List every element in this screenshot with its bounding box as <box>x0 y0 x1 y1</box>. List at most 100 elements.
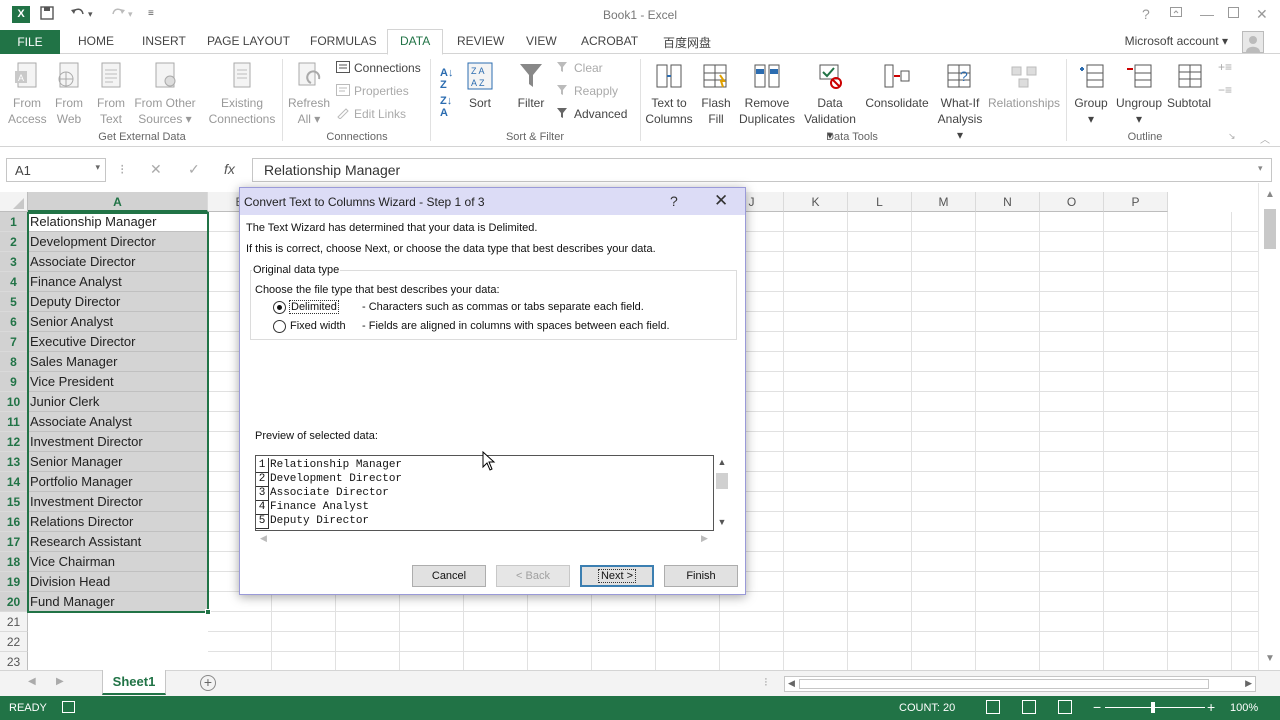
flash-fill-button[interactable]: Flash Fill <box>699 61 733 127</box>
reapply-button[interactable]: Reapply <box>556 84 618 98</box>
edit-links-button[interactable]: Edit Links <box>336 107 406 121</box>
name-box-dropdown-icon[interactable]: ▾ <box>95 162 100 173</box>
help-icon[interactable]: ? <box>670 193 678 209</box>
consolidate-button[interactable]: Consolidate <box>864 61 930 111</box>
row-header-19[interactable]: 19 <box>0 572 28 592</box>
hide-detail-icon[interactable]: −≡ <box>1218 83 1232 97</box>
cell[interactable]: Sales Manager <box>28 352 208 372</box>
row-header-23[interactable]: 23 <box>0 652 28 670</box>
preview-scroll-down-icon[interactable]: ▼ <box>714 517 730 527</box>
zoom-out-icon[interactable]: − <box>1093 699 1101 715</box>
fill-handle[interactable] <box>205 609 211 615</box>
row-header-17[interactable]: 17 <box>0 532 28 552</box>
outline-dialog-launcher-icon[interactable]: ↘ <box>1228 131 1236 142</box>
row-header-3[interactable]: 3 <box>0 252 28 272</box>
cell[interactable]: Senior Manager <box>28 452 208 472</box>
tab-acrobat[interactable]: ACROBAT <box>581 34 638 48</box>
previous-sheet-icon[interactable]: ◀ <box>28 676 36 687</box>
zoom-level[interactable]: 100% <box>1230 702 1258 714</box>
row-header-2[interactable]: 2 <box>0 232 28 252</box>
cell[interactable]: Investment Director <box>28 492 208 512</box>
preview-scroll-right-icon[interactable]: ▶ <box>701 533 708 544</box>
cancel-button[interactable]: Cancel <box>412 565 486 587</box>
page-layout-view-icon[interactable] <box>1022 700 1036 714</box>
filter-button[interactable]: Filter <box>514 61 548 111</box>
row-header-21[interactable]: 21 <box>0 612 28 632</box>
close-icon[interactable]: ✕ <box>714 191 728 211</box>
ungroup-button[interactable]: Ungroup ▾ <box>1114 61 1164 127</box>
clear-filter-button[interactable]: Clear <box>556 61 603 75</box>
page-break-preview-icon[interactable] <box>1058 700 1072 714</box>
active-cell[interactable]: Relationship Manager <box>28 212 208 232</box>
vertical-scroll-thumb[interactable] <box>1264 209 1276 249</box>
cell[interactable]: Fund Manager <box>28 592 208 612</box>
row-header-10[interactable]: 10 <box>0 392 28 412</box>
zoom-slider-track[interactable] <box>1105 707 1205 708</box>
sort-button[interactable]: Z AA Z Sort <box>464 61 496 111</box>
sheet-tab-sheet1[interactable]: Sheet1 <box>102 670 166 695</box>
tab-home[interactable]: HOME <box>78 34 114 48</box>
column-header-l[interactable]: L <box>848 192 912 212</box>
close-icon[interactable]: ✕ <box>1256 6 1268 23</box>
from-access-button[interactable]: A From Access <box>8 61 47 127</box>
row-header-14[interactable]: 14 <box>0 472 28 492</box>
name-box[interactable]: A1 ▾ <box>6 158 106 182</box>
fixed-width-radio[interactable] <box>273 320 286 333</box>
cell[interactable]: Vice Chairman <box>28 552 208 572</box>
row-header-6[interactable]: 6 <box>0 312 28 332</box>
cell[interactable]: Junior Clerk <box>28 392 208 412</box>
cell[interactable]: Research Assistant <box>28 532 208 552</box>
row-header-11[interactable]: 11 <box>0 412 28 432</box>
row-header-4[interactable]: 4 <box>0 272 28 292</box>
show-detail-icon[interactable]: +≡ <box>1218 60 1232 74</box>
tab-page-layout[interactable]: PAGE LAYOUT <box>207 34 290 48</box>
row-header-22[interactable]: 22 <box>0 632 28 652</box>
tab-review[interactable]: REVIEW <box>457 34 504 48</box>
scroll-down-icon[interactable]: ▼ <box>1259 653 1280 664</box>
add-sheet-icon[interactable]: + <box>200 675 216 691</box>
preview-scroll-left-icon[interactable]: ◀ <box>260 533 267 544</box>
avatar[interactable] <box>1242 31 1264 53</box>
subtotal-button[interactable]: Subtotal <box>1166 61 1212 111</box>
account-label[interactable]: Microsoft account ▾ <box>1125 34 1228 48</box>
zoom-in-icon[interactable]: + <box>1207 699 1215 715</box>
horizontal-scrollbar[interactable]: ◀ ▶ <box>784 676 1256 692</box>
preview-vertical-scrollbar[interactable]: ▲ ▼ <box>714 455 730 531</box>
ribbon-display-icon[interactable] <box>1170 4 1182 20</box>
cell[interactable]: Finance Analyst <box>28 272 208 292</box>
fixed-width-label[interactable]: Fixed width <box>290 320 346 332</box>
column-header-n[interactable]: N <box>976 192 1040 212</box>
tab-view[interactable]: VIEW <box>526 34 557 48</box>
connections-button[interactable]: Connections <box>336 61 421 75</box>
column-header-a[interactable]: A <box>28 192 208 212</box>
zoom-slider-thumb[interactable] <box>1151 702 1155 713</box>
next-sheet-icon[interactable]: ▶ <box>56 676 64 687</box>
select-all-corner[interactable] <box>0 192 28 212</box>
sort-a-to-z-icon[interactable]: A↓ Z <box>440 67 453 91</box>
row-header-7[interactable]: 7 <box>0 332 28 352</box>
row-header-18[interactable]: 18 <box>0 552 28 572</box>
split-handle-icon[interactable]: ⁝ <box>764 675 768 689</box>
normal-view-icon[interactable] <box>986 700 1000 714</box>
scroll-left-icon[interactable]: ◀ <box>788 678 795 689</box>
scroll-right-icon[interactable]: ▶ <box>1245 678 1252 689</box>
row-header-8[interactable]: 8 <box>0 352 28 372</box>
existing-connections-button[interactable]: Existing Connections <box>206 61 278 127</box>
cell[interactable]: Senior Analyst <box>28 312 208 332</box>
row-header-1[interactable]: 1 <box>0 212 28 232</box>
vertical-scrollbar[interactable]: ▲ ▼ <box>1258 183 1280 670</box>
row-header-20[interactable]: 20 <box>0 592 28 612</box>
advanced-filter-button[interactable]: Advanced <box>556 107 627 121</box>
tab-insert[interactable]: INSERT <box>142 34 186 48</box>
back-button[interactable]: < Back <box>496 565 570 587</box>
help-icon[interactable]: ? <box>1142 6 1150 22</box>
tab-file[interactable]: FILE <box>0 30 60 54</box>
column-header-k[interactable]: K <box>784 192 848 212</box>
enter-entry-icon[interactable]: ✓ <box>188 161 200 178</box>
maximize-icon[interactable] <box>1228 5 1239 21</box>
row-header-9[interactable]: 9 <box>0 372 28 392</box>
minimize-icon[interactable]: — <box>1200 6 1214 22</box>
cancel-entry-icon[interactable]: ✕ <box>150 161 162 178</box>
scroll-up-icon[interactable]: ▲ <box>1259 189 1280 200</box>
tab-baidu-netdisk[interactable]: 百度网盘 <box>663 34 711 51</box>
